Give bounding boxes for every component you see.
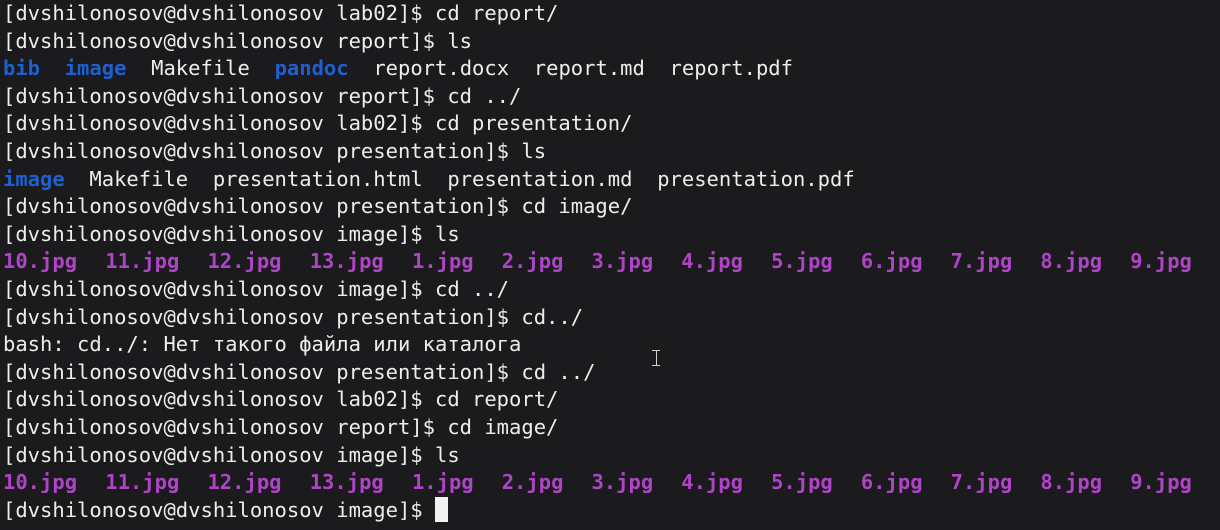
image-file-entry: 12.jpg: [207, 249, 282, 274]
image-file-entry: 7.jpg: [950, 249, 1013, 274]
text-cursor: [434, 496, 448, 522]
image-file-entry: 5.jpg: [771, 249, 833, 274]
image-file-entry: 8.jpg: [1040, 470, 1103, 495]
terminal-line: [dvshilonosov@dvshilonosov report]$ cd .…: [3, 83, 522, 108]
file-entry: presentation.html: [212, 166, 423, 191]
terminal-line: [dvshilonosov@dvshilonosov image]$ ls: [3, 442, 460, 467]
image-file-entry: 9.jpg: [1130, 470, 1192, 495]
image-file-entry: 13.jpg: [309, 249, 384, 274]
terminal-window[interactable]: [dvshilonosov@dvshilonosov lab02]$ cd re…: [0, 0, 1220, 530]
file-entry: Makefile: [89, 166, 189, 191]
image-file-entry: 10.jpg: [3, 470, 78, 495]
terminal-line: [dvshilonosov@dvshilonosov presentation]…: [3, 194, 633, 219]
terminal-line: [dvshilonosov@dvshilonosov presentation]…: [3, 138, 547, 163]
file-entry: Makefile: [151, 56, 250, 81]
file-entry: report.docx: [373, 56, 510, 81]
image-file-entry: 1.jpg: [411, 249, 474, 274]
terminal-line: [dvshilonosov@dvshilonosov lab02]$ cd pr…: [3, 111, 633, 136]
image-file-entry: 2.jpg: [501, 470, 564, 495]
file-entry: report.md: [533, 56, 645, 81]
terminal-line: [dvshilonosov@dvshilonosov image]$ cd ..…: [3, 276, 510, 301]
image-file-entry: 12.jpg: [207, 470, 282, 495]
error-message: bash: cd../: Нет такого файла или катало…: [3, 332, 522, 357]
ls-output-presentation: image Makefile presentation.html present…: [0, 166, 1220, 194]
image-file-entry: 5.jpg: [771, 470, 833, 495]
image-file-entry: 4.jpg: [681, 470, 743, 495]
terminal-line: [dvshilonosov@dvshilonosov lab02]$ cd re…: [3, 1, 559, 25]
ls-output-image: 10.jpg 11.jpg 12.jpg 13.jpg 1.jpg 2.jpg 3.jpg 4…: [0, 248, 1220, 276]
terminal-line: [dvshilonosov@dvshilonosov presentation]…: [3, 304, 584, 329]
directory-entry: image: [64, 56, 127, 81]
image-file-entry: 6.jpg: [860, 470, 923, 495]
directory-entry: image: [3, 166, 65, 191]
terminal-line: [dvshilonosov@dvshilonosov report]$ ls: [3, 28, 472, 53]
image-file-entry: 3.jpg: [591, 470, 654, 495]
image-file-entry: 10.jpg: [3, 249, 78, 274]
file-entry: report.pdf: [669, 56, 793, 81]
ibeam-cursor-icon: [651, 350, 661, 366]
terminal-line: [dvshilonosov@dvshilonosov lab02]$ cd re…: [3, 387, 559, 412]
image-file-entry: 9.jpg: [1130, 249, 1192, 274]
file-entry: presentation.pdf: [657, 166, 855, 191]
terminal-line: [dvshilonosov@dvshilonosov presentation]…: [3, 359, 596, 384]
image-file-entry: 4.jpg: [681, 249, 743, 274]
image-file-entry: 1.jpg: [411, 470, 474, 495]
prompt-text: [dvshilonosov@dvshilonosov image]$: [3, 497, 423, 522]
image-file-entry: 6.jpg: [860, 249, 923, 274]
prompt-line[interactable]: [dvshilonosov@dvshilonosov image]$: [0, 496, 1220, 525]
image-file-entry: 11.jpg: [105, 470, 180, 495]
ls-output-report: bib image Makefile pandoc report.docx re…: [0, 55, 1220, 83]
image-file-entry: 8.jpg: [1040, 249, 1103, 274]
ls-output-image: 10.jpg 11.jpg 12.jpg 13.jpg 1.jpg 2.jpg 3.jpg 4…: [0, 469, 1220, 497]
image-file-entry: 3.jpg: [591, 249, 654, 274]
image-file-entry: 2.jpg: [501, 249, 564, 274]
directory-entry: bib: [3, 56, 41, 81]
terminal-line: [dvshilonosov@dvshilonosov report]$ cd i…: [3, 414, 559, 439]
image-file-entry: 7.jpg: [950, 470, 1013, 495]
image-file-entry: 11.jpg: [105, 249, 180, 274]
terminal-line: [dvshilonosov@dvshilonosov image]$ ls: [3, 221, 460, 246]
directory-entry: pandoc: [274, 56, 349, 81]
file-entry: presentation.md: [447, 166, 633, 191]
image-file-entry: 13.jpg: [309, 470, 384, 495]
